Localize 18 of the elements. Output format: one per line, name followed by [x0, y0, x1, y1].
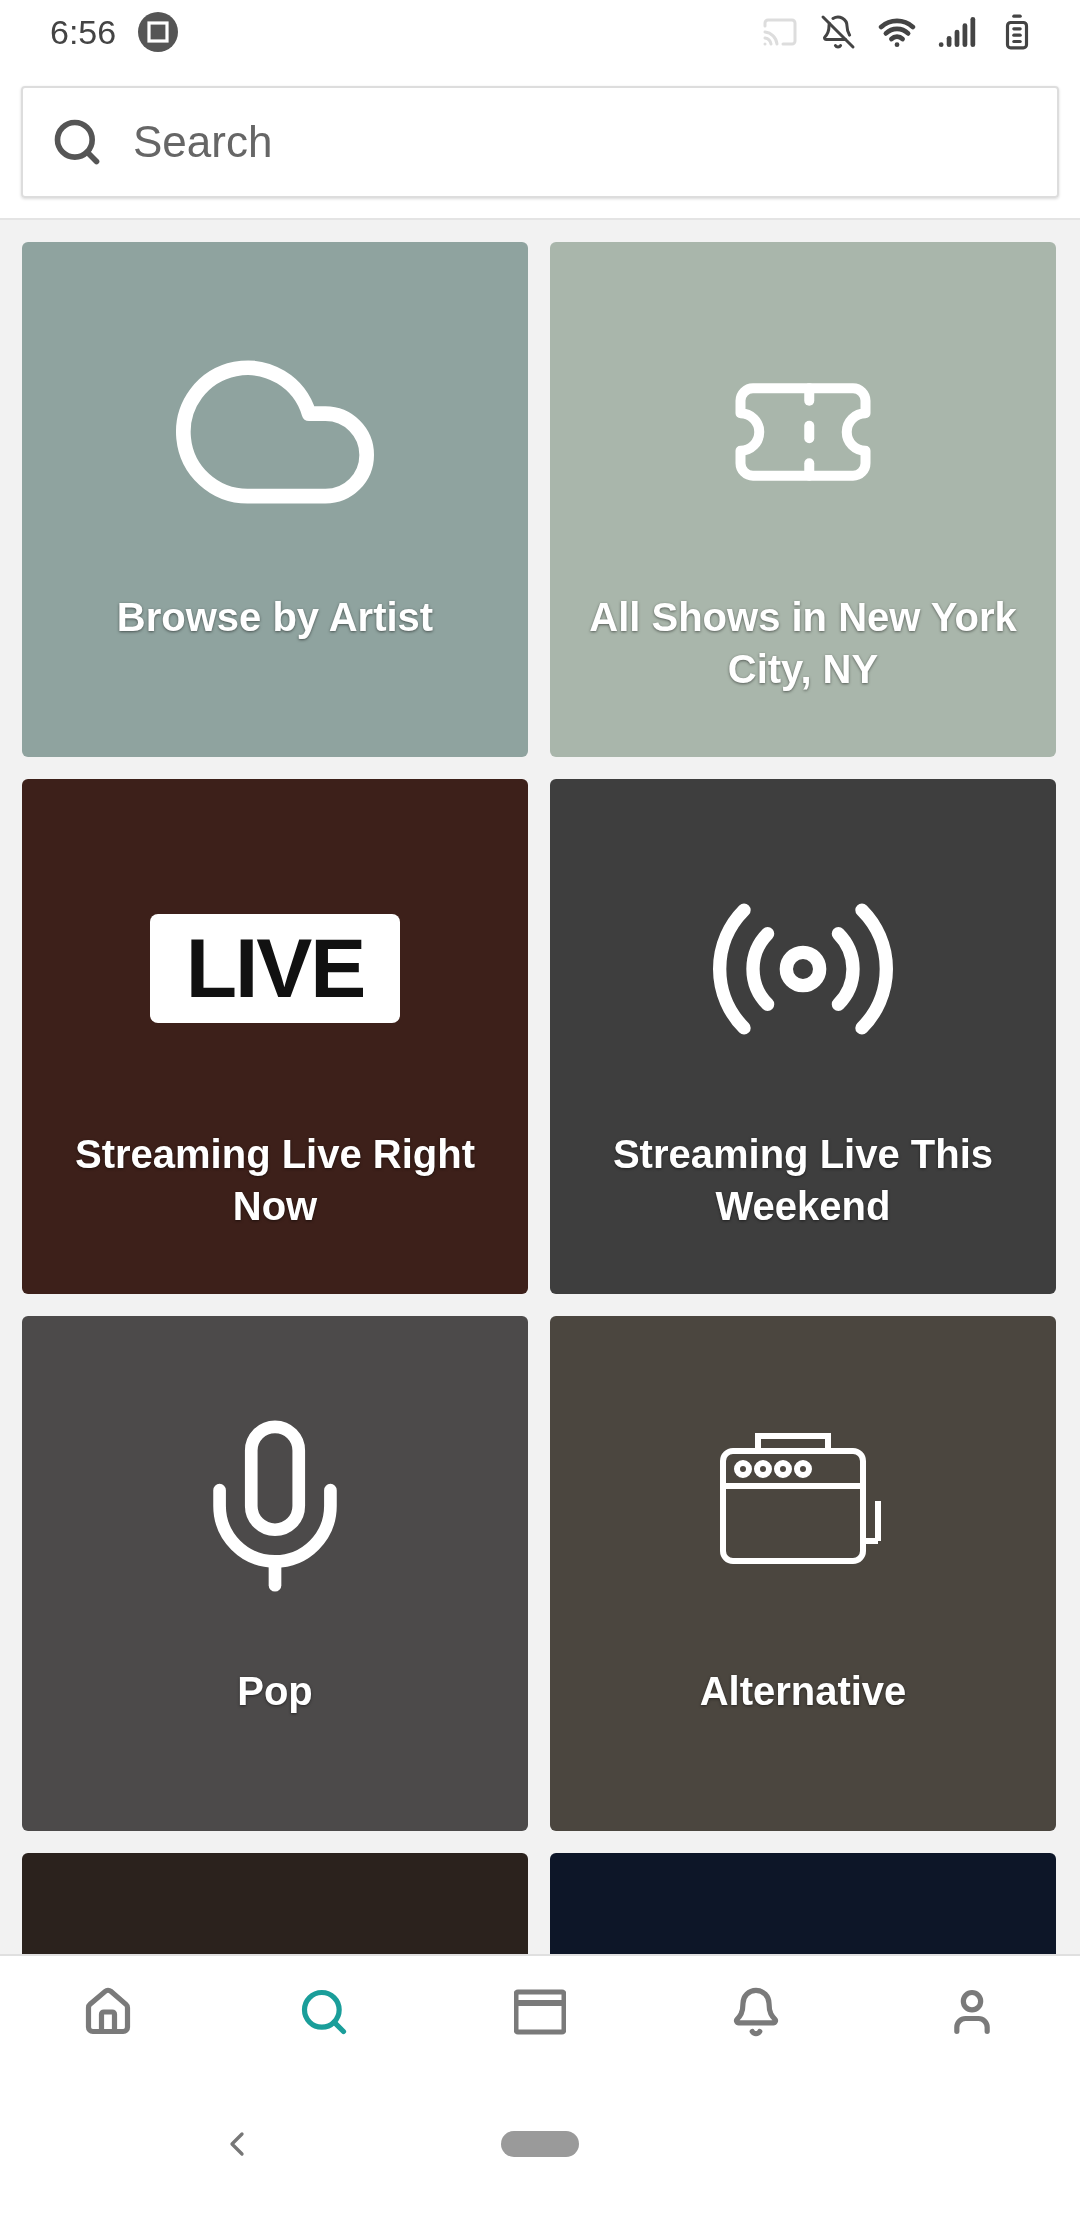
search-field[interactable]: Search	[21, 86, 1059, 198]
status-time: 6:56	[50, 12, 117, 52]
category-tile[interactable]: Alternative	[550, 1316, 1056, 1831]
card-icon	[514, 1988, 566, 2036]
tile-title: All Shows in New York City, NY	[588, 594, 1018, 693]
live-badge: LIVE	[149, 914, 401, 1023]
tile-title: Pop	[237, 1668, 313, 1715]
category-tile[interactable]: LIVE Streaming Live Right Now	[22, 779, 528, 1294]
tile-title: Browse by Artist	[116, 594, 434, 641]
tile-title: Streaming Live This Weekend	[611, 1131, 995, 1230]
notification-icon	[138, 12, 179, 52]
category-tile[interactable]: Streaming Live This Weekend	[550, 779, 1056, 1294]
search-input[interactable]: Search	[131, 116, 1029, 168]
tile-title: Streaming Live Right Now	[73, 1131, 477, 1230]
bell-off-icon	[820, 14, 856, 50]
home-handle[interactable]	[501, 2131, 579, 2157]
tile-title: Alternative	[699, 1668, 907, 1715]
category-tile[interactable]: Pop	[22, 1316, 528, 1831]
